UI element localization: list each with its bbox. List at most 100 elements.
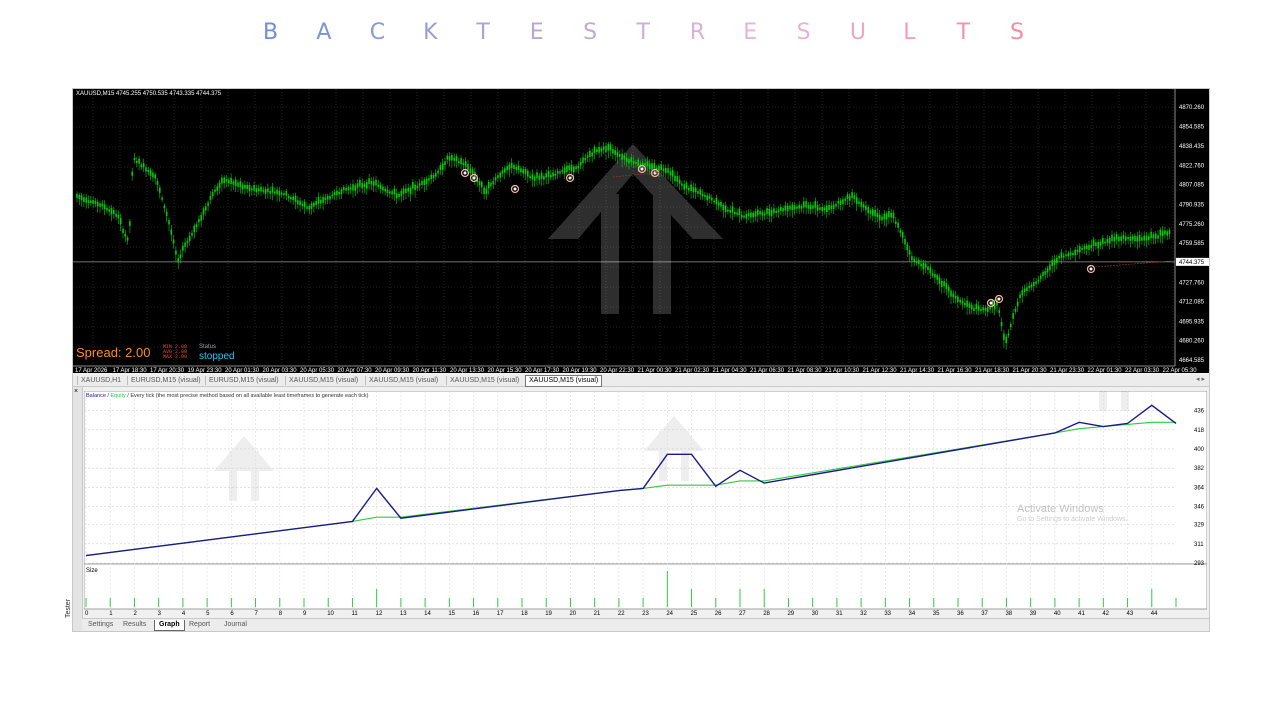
tab-scroll-arrows-icon[interactable]: ◂ ▸ [1196,375,1205,383]
candle-body [904,239,906,245]
x-tick-label: 6 [230,611,234,617]
candle-body [1154,233,1157,239]
candle-body [531,174,534,180]
candle-body [697,191,699,194]
time-tick-label: 21 Apr 14:30 [900,368,935,373]
x-tick-label: 41 [1078,611,1085,617]
candle-body [1122,235,1125,239]
time-tick-label: 17 Apr 2026 [75,368,108,373]
time-tick-label: 22 Apr 03:30 [1125,368,1160,373]
candle-body [538,175,541,180]
candle-body [1120,236,1122,241]
candle-body [322,196,324,203]
price-chart[interactable]: 4870.260 4854.585 4838.435 4822.760 4807.085… [73,89,1209,373]
tab-results[interactable]: Results [119,620,150,630]
page-title: BACKTESTRESULTS [0,20,1280,50]
symbol-tab[interactable]: XAUUSD,M15 (visual) [446,376,522,385]
candle-body [589,150,591,158]
candle-body [1118,236,1120,242]
price-tick-label: 4759.585 [1179,241,1205,247]
candle-body [377,184,380,187]
candle-body [418,183,421,186]
y-tick-label: 436 [1194,409,1205,415]
candle-body [294,195,297,202]
candle-body [662,168,665,172]
candle-body [1060,252,1063,258]
candle-body [379,184,382,189]
symbol-tab[interactable]: XAUUSD,H1 [77,376,124,385]
candle-body [625,157,628,162]
candle-body [506,166,508,171]
symbol-tab-active[interactable]: XAUUSD,M15 (visual) [525,375,603,387]
candle-body [393,188,396,195]
symbol-tab[interactable]: XAUUSD,M15 (visual) [285,376,361,385]
candle-body [147,169,150,173]
time-tick-label: 20 Apr 09:30 [375,368,410,373]
candle-body [152,172,154,178]
candle-body [386,189,389,194]
candle-body [1138,235,1141,242]
candle-body [849,195,851,201]
candle-body [382,186,384,191]
close-icon[interactable]: × [74,388,78,395]
candle-body [1113,237,1116,242]
candle-body [968,303,971,308]
candle-body [964,302,966,306]
candle-body [1141,237,1143,241]
page-title-letter: T [476,20,490,45]
candle-body [285,191,288,196]
candle-body [138,158,140,164]
candle-body [536,172,538,179]
candle-body [1021,290,1024,296]
tab-graph[interactable]: Graph [154,620,185,631]
candle-body [384,188,386,192]
candle-body [361,183,363,189]
candle-body [262,189,265,192]
candle-body [255,188,258,193]
candle-body [513,164,515,170]
candle-body [736,212,738,215]
candle-body [269,191,271,194]
candle-body [740,214,743,218]
tab-journal[interactable]: Journal [220,620,251,630]
candle-body [851,192,853,199]
candle-body [497,175,499,179]
candle-body [943,281,945,287]
candle-body [881,216,883,221]
candle-body [890,212,892,218]
candle-body [237,182,239,187]
x-tick-label: 10 [327,611,334,617]
x-tick-label: 8 [279,611,283,617]
candle-body [828,204,830,211]
page-title-letter: A [316,20,332,45]
symbol-tab[interactable]: EURUSD,M15 (visual) [127,376,204,385]
candle-body [858,201,860,204]
candle-body [1161,230,1164,237]
trade-marker-dot [989,301,993,305]
candle-body [481,181,483,188]
symbol-tab[interactable]: XAUUSD,M15 (visual) [365,376,441,385]
tab-settings[interactable]: Settings [84,620,117,630]
candle-body [1039,275,1042,279]
y-tick-label: 293 [1194,561,1205,567]
candle-body [101,203,104,207]
candle-body [186,240,189,243]
candle-body [796,206,798,209]
candle-body [566,165,568,173]
candle-body [568,165,570,170]
symbol-tab[interactable]: EURUSD,M15 (visual) [205,376,282,385]
candle-body [970,304,973,310]
x-tick-label: 20 [569,611,576,617]
candle-body [577,165,580,169]
candle-body [287,196,290,199]
candle-body [501,170,504,174]
tab-report[interactable]: Report [185,620,214,630]
candle-body [908,250,911,255]
candle-body [837,201,840,204]
candle-body [264,189,267,194]
candle-body [556,171,559,174]
page-title-letter: B [263,20,279,45]
candle-body [1083,246,1086,249]
candle-body [807,204,810,209]
candle-body [727,209,729,212]
